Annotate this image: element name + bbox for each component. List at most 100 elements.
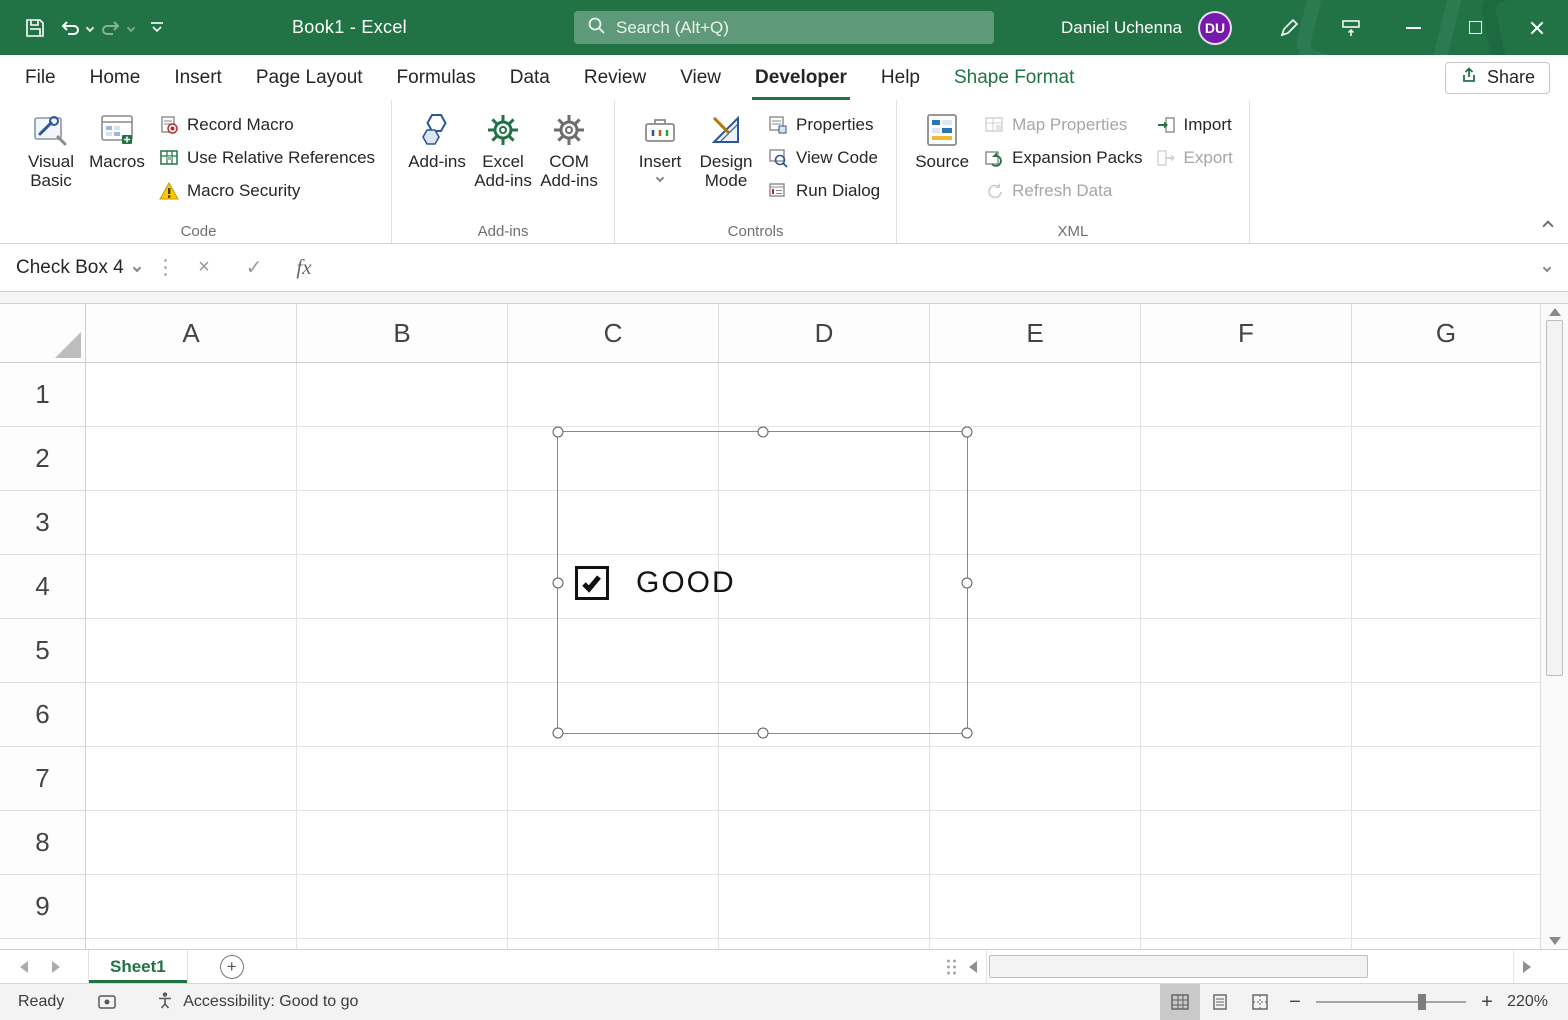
row-header-3[interactable]: 3 [0,491,85,555]
normal-view-button[interactable] [1160,984,1200,1020]
row-header-4[interactable]: 4 [0,555,85,619]
save-icon[interactable] [18,8,52,48]
visual-basic-button[interactable]: Visual Basic [18,105,84,193]
tab-file[interactable]: File [8,55,73,100]
expand-formula-bar-icon[interactable] [1526,263,1568,272]
row-header-9[interactable]: 9 [0,875,85,939]
undo-dropdown-icon[interactable] [85,23,95,32]
tab-scroll-splitter[interactable] [947,959,956,974]
accessibility-status[interactable]: Accessibility: Good to go [156,991,358,1014]
macros-button[interactable]: Macros [84,105,150,174]
horizontal-scroll-track[interactable] [986,950,1514,983]
zoom-level[interactable]: 220% [1502,993,1568,1011]
selection-handle[interactable] [961,577,973,588]
selection-handle[interactable] [552,426,564,438]
previous-sheet-icon[interactable] [20,960,28,973]
tab-review[interactable]: Review [567,55,663,100]
selection-handle[interactable] [552,577,564,588]
checkbox-selection-box[interactable]: GOOD [552,426,973,739]
maximize-button[interactable] [1444,0,1506,55]
macro-security-button[interactable]: Macro Security [154,177,379,205]
search-box[interactable] [574,11,994,44]
close-button[interactable] [1506,0,1568,55]
zoom-slider[interactable] [1316,994,1466,1010]
add-ins-button[interactable]: Add-ins [404,105,470,174]
column-header-D[interactable]: D [719,304,930,362]
column-header-F[interactable]: F [1141,304,1352,362]
scroll-left-icon[interactable] [960,950,986,983]
import-button[interactable]: Import [1151,111,1237,139]
undo-button[interactable] [58,8,95,48]
properties-button[interactable]: Properties [763,111,884,139]
scroll-right-icon[interactable] [1514,950,1540,983]
name-box-dropdown-icon[interactable] [132,263,142,272]
zoom-slider-thumb[interactable] [1418,994,1426,1010]
horizontal-scroll-thumb[interactable] [989,955,1368,978]
cell-grid[interactable]: GOOD [86,363,1540,949]
tab-insert[interactable]: Insert [157,55,239,100]
row-header-6[interactable]: 6 [0,683,85,747]
tab-page-layout[interactable]: Page Layout [239,55,380,100]
minimize-button[interactable] [1382,0,1444,55]
row-header-5[interactable]: 5 [0,619,85,683]
vertical-scrollbar[interactable] [1540,304,1568,949]
page-layout-view-button[interactable] [1200,984,1240,1020]
row-header-8[interactable]: 8 [0,811,85,875]
vertical-scroll-track[interactable] [1541,320,1568,933]
formula-input[interactable] [329,244,1526,291]
tab-home[interactable]: Home [73,55,158,100]
select-all-corner[interactable] [0,304,85,363]
column-header-E[interactable]: E [930,304,1141,362]
vertical-scroll-thumb[interactable] [1546,320,1563,676]
column-header-B[interactable]: B [297,304,508,362]
new-sheet-button[interactable]: + [219,954,244,979]
cancel-icon[interactable]: × [179,256,229,279]
sheet-tab-sheet1[interactable]: Sheet1 [88,950,188,983]
checkbox-control[interactable]: GOOD [575,565,736,600]
use-relative-references-button[interactable]: Use Relative References [154,144,379,172]
com-add-ins-button[interactable]: COM Add-ins [536,105,602,193]
macro-record-status-icon[interactable] [98,995,116,1009]
zoom-in-button[interactable]: + [1472,991,1502,1014]
expansion-packs-button[interactable]: Expansion Packs [979,144,1146,172]
user-name[interactable]: Daniel Uchenna [1061,18,1182,38]
redo-button[interactable] [99,8,136,48]
ribbon-display-options-icon[interactable] [1320,8,1382,48]
zoom-out-button[interactable]: − [1280,991,1310,1014]
customize-quick-access-icon[interactable] [140,8,174,48]
row-header-7[interactable]: 7 [0,747,85,811]
tab-formulas[interactable]: Formulas [380,55,493,100]
tab-data[interactable]: Data [493,55,567,100]
selection-handle[interactable] [757,727,768,739]
selection-handle[interactable] [961,727,973,739]
design-mode-button[interactable]: Design Mode [693,105,759,193]
row-header-2[interactable]: 2 [0,427,85,491]
enter-icon[interactable]: ✓ [229,255,279,280]
column-header-C[interactable]: C [508,304,719,362]
next-sheet-icon[interactable] [52,960,60,973]
insert-control-button[interactable]: Insert [627,105,693,184]
run-dialog-button[interactable]: Run Dialog [763,177,884,205]
search-input[interactable] [616,17,982,38]
tab-help[interactable]: Help [864,55,937,100]
collapse-ribbon-icon[interactable] [1542,217,1554,235]
record-macro-button[interactable]: Record Macro [154,111,379,139]
page-break-preview-button[interactable] [1240,984,1280,1020]
horizontal-scrollbar[interactable] [960,950,1540,983]
selection-handle[interactable] [961,426,973,438]
column-header-G[interactable]: G [1352,304,1540,362]
insert-function-icon[interactable]: fx [279,255,329,280]
insert-dropdown-icon[interactable] [655,173,665,183]
tab-developer[interactable]: Developer [738,55,864,100]
avatar[interactable]: DU [1198,10,1232,45]
redo-dropdown-icon[interactable] [126,23,136,32]
view-code-button[interactable]: View Code [763,144,884,172]
scroll-up-icon[interactable] [1548,308,1561,316]
name-box[interactable]: Check Box 4 [0,244,152,291]
excel-add-ins-button[interactable]: Excel Add-ins [470,105,536,193]
share-button[interactable]: Share [1444,61,1550,94]
column-header-A[interactable]: A [86,304,297,362]
selection-handle[interactable] [552,727,564,739]
scroll-down-icon[interactable] [1548,937,1561,945]
row-header-1[interactable]: 1 [0,363,85,427]
